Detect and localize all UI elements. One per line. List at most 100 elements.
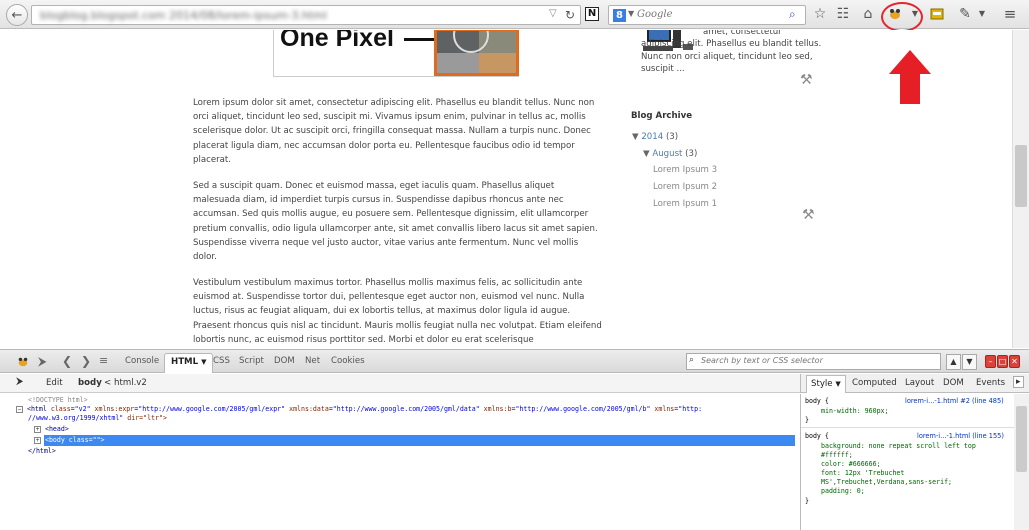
tab-net[interactable]: Net xyxy=(305,356,320,366)
developer-dropdown-icon[interactable]: ▼ xyxy=(973,9,991,18)
tab-cookies[interactable]: Cookies xyxy=(331,356,365,366)
breadcrumb-html[interactable]: html.v2 xyxy=(114,378,147,388)
inspect-icon[interactable]: ⮞ xyxy=(38,354,47,369)
breadcrumb-separator: < xyxy=(104,378,112,388)
head-node[interactable]: + <head> xyxy=(34,425,69,435)
close-button[interactable]: ✕ xyxy=(1009,355,1020,368)
archive-year[interactable]: ▼ 2014 (3) xyxy=(632,132,678,142)
side-tab-computed[interactable]: Computed xyxy=(852,378,897,388)
reload-icon[interactable]: ↻ xyxy=(565,8,575,22)
addon-icon[interactable] xyxy=(930,8,944,20)
breadcrumb-body[interactable]: body xyxy=(78,378,102,388)
firebug-panel: ⮞ ❮ ❯ ≡ Console HTML ▼ CSS Script DOM Ne… xyxy=(0,349,1029,530)
archive-post-link[interactable]: Lorem Ipsum 1 xyxy=(653,199,717,209)
page-scrollbar[interactable] xyxy=(1012,30,1029,348)
back-icon[interactable]: ❮ xyxy=(62,354,72,368)
attr-name: xmlns xyxy=(654,405,675,413)
search-bar[interactable]: 8 ▼ Google ⌕ xyxy=(608,5,806,25)
css-close: } xyxy=(805,497,809,505)
bookmarks-list-icon[interactable]: ☷ xyxy=(834,6,852,22)
tab-html[interactable]: HTML ▼ xyxy=(164,353,214,373)
expand-toggle-icon[interactable]: + xyxy=(34,426,41,433)
css-panel-scrollbar[interactable] xyxy=(1014,394,1029,530)
tab-dropdown-icon[interactable]: ▼ xyxy=(835,380,840,388)
collapse-toggle-icon[interactable]: − xyxy=(16,406,23,413)
bookmark-star-icon[interactable]: ☆ xyxy=(811,6,829,22)
archive-month[interactable]: ▼ August (3) xyxy=(643,149,697,159)
tab-console[interactable]: Console xyxy=(125,356,159,366)
back-arrow-icon: ← xyxy=(11,7,23,23)
css-source-link[interactable]: lorem-i...-1.html #2 (line 485) xyxy=(905,397,1004,407)
edit-button[interactable]: Edit xyxy=(46,378,63,388)
archive-month-link[interactable]: August xyxy=(652,149,682,159)
side-tab-dom[interactable]: DOM xyxy=(943,378,964,388)
css-source-link[interactable]: lorem-i...-1.html (line 155) xyxy=(917,432,1004,442)
attr-value: "http: xyxy=(678,405,703,413)
blog-archive-title: Blog Archive xyxy=(631,111,693,121)
tab-script[interactable]: Script xyxy=(239,356,264,366)
pixel-image xyxy=(434,30,519,76)
archive-post-link[interactable]: Lorem Ipsum 3 xyxy=(653,165,717,175)
url-dropdown-icon[interactable]: ▽ xyxy=(549,8,557,19)
html-tree: <!DOCTYPE html> − <html class="v2" xmlns… xyxy=(0,394,800,530)
firebug-menu-icon[interactable] xyxy=(16,356,30,368)
edit-widget-icon[interactable]: ⚒ xyxy=(802,207,815,223)
body-node[interactable]: + <body class=""> xyxy=(34,436,105,446)
side-tab-events[interactable]: Events xyxy=(976,378,1005,388)
attr-value: "http://www.google.com/2005/gml/data" xyxy=(332,405,480,413)
url-text: blogblog.blogspot.com 2014/08/lorem-ipsu… xyxy=(40,9,327,22)
post-paragraph: Lorem ipsum dolor sit amet, consectetur … xyxy=(193,98,595,165)
selected-row[interactable] xyxy=(44,435,795,446)
archive-year-link[interactable]: 2014 xyxy=(641,132,663,142)
search-engine-dropdown-icon[interactable]: ▼ xyxy=(628,9,634,18)
archive-month-count: (3) xyxy=(685,149,698,159)
html-node-continued: //www.w3.org/1999/xhtml" dir="ltr"> xyxy=(28,414,167,424)
hero-title: One Pixel xyxy=(280,30,394,52)
search-placeholder: Google xyxy=(637,9,673,20)
minimize-button[interactable]: – xyxy=(985,355,996,368)
firebug-search-input[interactable]: ⌕ Search by text or CSS selector xyxy=(686,353,941,370)
sidebar-post-snippet: amet, consectetur adipiscing elit. Phase… xyxy=(641,30,822,74)
css-declaration[interactable]: min-width: 960px; xyxy=(821,407,889,417)
css-selector: body { xyxy=(805,397,829,405)
search-next-button[interactable]: ▼ xyxy=(962,354,977,370)
n-extension-icon[interactable]: N xyxy=(585,7,599,21)
url-bar[interactable]: blogblog.blogspot.com 2014/08/lorem-ipsu… xyxy=(31,5,581,25)
attr-name: xmlns:expr xyxy=(94,405,135,413)
tab-dom[interactable]: DOM xyxy=(274,356,295,366)
red-arrow-annotation xyxy=(889,50,931,104)
archive-year-count: (3) xyxy=(665,132,679,142)
expand-toggle-icon[interactable]: + xyxy=(34,437,41,444)
developer-tools-icon[interactable]: ✎ xyxy=(956,6,974,22)
more-tabs-icon[interactable]: ▸ xyxy=(1013,376,1024,388)
home-icon[interactable]: ⌂ xyxy=(859,6,877,22)
back-button[interactable]: ← xyxy=(6,4,28,26)
side-tab-layout[interactable]: Layout xyxy=(905,378,934,388)
html-tag: <html xyxy=(26,405,47,413)
post-paragraph: Vestibulum vestibulum maximus tortor. Ph… xyxy=(193,278,602,345)
tab-css[interactable]: CSS xyxy=(213,356,230,366)
archive-post-link[interactable]: Lorem Ipsum 2 xyxy=(653,182,717,192)
css-rules-panel: body { lorem-i...-1.html #2 (line 485) m… xyxy=(800,394,1015,530)
side-panel-tabbar: Style ▼ Computed Layout DOM Events ▸ xyxy=(800,374,1029,393)
search-prev-button[interactable]: ▲ xyxy=(946,354,961,370)
search-icon[interactable]: ⌕ xyxy=(789,7,796,22)
collapse-triangle-icon[interactable]: ▼ xyxy=(632,132,639,142)
collapse-triangle-icon[interactable]: ▼ xyxy=(643,149,650,159)
css-declaration[interactable]: padding: 0; xyxy=(821,487,865,497)
inspect-element-icon[interactable]: ⮞ xyxy=(16,376,23,387)
forward-icon[interactable]: ❯ xyxy=(81,354,91,368)
hero-image: One Pixel xyxy=(273,30,519,77)
side-tab-style[interactable]: Style ▼ xyxy=(806,375,846,393)
edit-widget-icon[interactable]: ⚒ xyxy=(800,72,813,88)
search-icon: ⌕ xyxy=(689,355,695,365)
page-scrollbar-thumb[interactable] xyxy=(1015,145,1027,207)
page-content: One Pixel Lorem ipsum dolor sit amet, co… xyxy=(0,30,1012,348)
rule-divider xyxy=(801,427,1015,428)
command-line-icon[interactable]: ≡ xyxy=(99,354,108,367)
tab-dropdown-icon[interactable]: ▼ xyxy=(201,358,206,366)
menu-icon[interactable]: ≡ xyxy=(1001,5,1019,23)
detach-button[interactable]: □ xyxy=(997,355,1008,368)
attr-value: "http://www.google.com/2005/gml/expr" xyxy=(138,405,286,413)
css-panel-scrollbar-thumb[interactable] xyxy=(1016,406,1027,472)
